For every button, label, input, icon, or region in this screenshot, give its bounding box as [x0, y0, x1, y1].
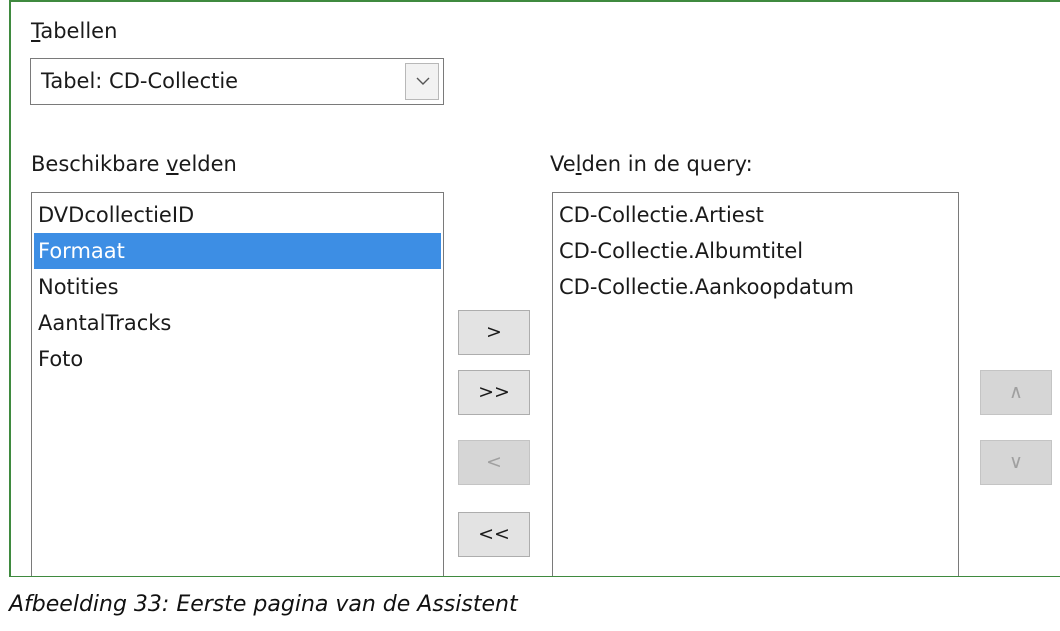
wizard-page: Tabellen Tabel: CD-Collectie Beschikbare…	[9, 0, 1060, 577]
chevron-down-icon	[416, 77, 430, 85]
remove-field-button[interactable]: <	[458, 440, 530, 485]
move-up-button[interactable]: ∧	[980, 370, 1052, 415]
tables-dropdown-value: Tabel: CD-Collectie	[41, 69, 239, 93]
list-item[interactable]: CD-Collectie.Aankoopdatum	[555, 269, 956, 305]
add-all-fields-button[interactable]: >>	[458, 370, 530, 415]
list-item[interactable]: DVDcollectieID	[34, 197, 441, 233]
list-item[interactable]: AantalTracks	[34, 305, 441, 341]
list-item[interactable]: CD-Collectie.Artiest	[555, 197, 956, 233]
dropdown-button[interactable]	[405, 63, 439, 100]
tables-dropdown[interactable]: Tabel: CD-Collectie	[30, 58, 444, 105]
list-item[interactable]: Foto	[34, 341, 441, 377]
add-field-button[interactable]: >	[458, 310, 530, 355]
list-item[interactable]: CD-Collectie.Albumtitel	[555, 233, 956, 269]
list-item[interactable]: Notities	[34, 269, 441, 305]
move-down-button[interactable]: ∨	[980, 440, 1052, 485]
remove-all-fields-button[interactable]: <<	[458, 512, 530, 557]
figure-caption: Afbeelding 33: Eerste pagina van de Assi…	[9, 592, 518, 617]
chevron-up-icon: ∧	[1009, 381, 1023, 403]
query-fields-list[interactable]: CD-Collectie.Artiest CD-Collectie.Albumt…	[552, 192, 959, 576]
available-fields-list[interactable]: DVDcollectieID Formaat Notities AantalTr…	[31, 192, 444, 576]
query-fields-label: Velden in de query:	[550, 152, 753, 176]
available-fields-label: Beschikbare velden	[31, 152, 237, 176]
list-item-selected[interactable]: Formaat	[34, 233, 441, 269]
chevron-down-icon: ∨	[1009, 451, 1023, 473]
tables-label: Tabellen	[31, 19, 118, 43]
